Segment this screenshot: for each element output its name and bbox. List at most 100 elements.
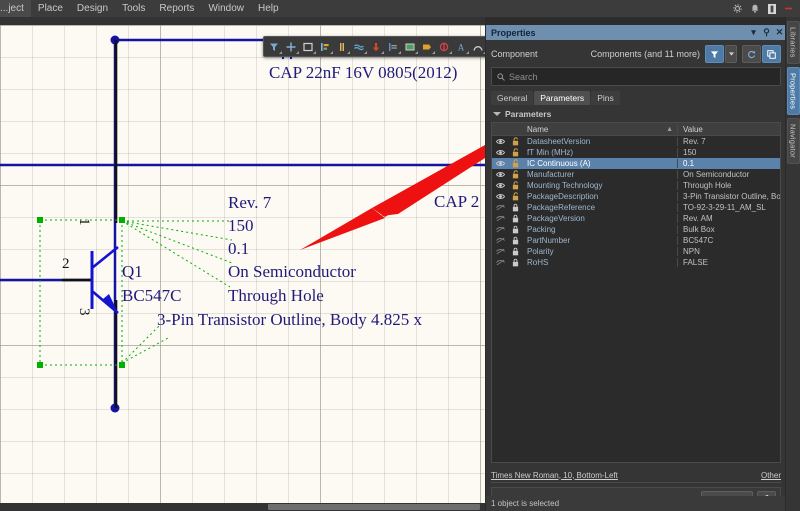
- param-ft-label[interactable]: 150: [228, 216, 254, 236]
- visibility-toggle-icon[interactable]: [492, 259, 508, 266]
- parameter-value[interactable]: FALSE: [677, 258, 780, 267]
- crosshair-icon[interactable]: [283, 39, 299, 54]
- visibility-toggle-icon[interactable]: [492, 248, 508, 255]
- tab-general[interactable]: General: [491, 91, 534, 105]
- visibility-toggle-icon[interactable]: [492, 193, 508, 200]
- parameter-value[interactable]: 150: [677, 148, 780, 157]
- visibility-toggle-icon[interactable]: [492, 182, 508, 189]
- filter-button[interactable]: [705, 45, 724, 63]
- copy-properties-button[interactable]: [762, 45, 781, 63]
- user-icon[interactable]: [768, 3, 776, 14]
- scrollbar-thumb[interactable]: [268, 504, 480, 510]
- net-icon[interactable]: [351, 39, 367, 54]
- close-icon[interactable]: [785, 5, 792, 12]
- table-row[interactable]: RoHS FALSE: [492, 257, 780, 268]
- bell-icon[interactable]: [751, 4, 759, 13]
- canvas-horizontal-scrollbar[interactable]: [0, 503, 485, 511]
- param-datasheetversion-label[interactable]: Rev. 7: [228, 193, 271, 213]
- table-row[interactable]: PackageDescription 3-Pin Transistor Outli…: [492, 191, 780, 202]
- menu-design[interactable]: Design: [70, 0, 115, 17]
- param-ic-label[interactable]: 0.1: [228, 239, 249, 259]
- vtab-properties[interactable]: Properties: [786, 66, 800, 115]
- column-value[interactable]: Value: [677, 124, 780, 134]
- parameter-value[interactable]: Through Hole: [677, 181, 780, 190]
- lock-toggle-icon[interactable]: [508, 137, 522, 146]
- menu-help[interactable]: Help: [251, 0, 286, 17]
- parameter-value[interactable]: On Semiconductor: [677, 170, 780, 179]
- table-row[interactable]: DatasheetVersion Rev. 7: [492, 136, 780, 147]
- table-row[interactable]: Manufacturer On Semiconductor: [492, 169, 780, 180]
- visibility-toggle-icon[interactable]: [492, 149, 508, 156]
- vtab-libraries[interactable]: Libraries: [786, 21, 800, 64]
- table-row[interactable]: fT Min (MHz) 150: [492, 147, 780, 158]
- param-manufacturer-label[interactable]: On Semiconductor: [228, 262, 356, 282]
- parameter-value[interactable]: Rev. AM: [677, 214, 780, 223]
- sheet-icon[interactable]: [402, 39, 418, 54]
- lock-toggle-icon[interactable]: [508, 258, 522, 267]
- visibility-toggle-icon[interactable]: [492, 138, 508, 145]
- font-setting-link[interactable]: Times New Roman, 10, Bottom-Left: [491, 471, 618, 480]
- parameter-value[interactable]: 3-Pin Transistor Outline, Body 4.825 x 3…: [677, 192, 780, 201]
- table-row[interactable]: PackageVersion Rev. AM: [492, 213, 780, 224]
- search-input[interactable]: Search: [491, 67, 781, 86]
- filter-icon[interactable]: [266, 39, 282, 54]
- schematic-canvas[interactable]: CAP 22nF 16V 0805(2012) CAP 2 Q1 BC547C …: [0, 25, 485, 503]
- tab-pins[interactable]: Pins: [591, 91, 620, 105]
- visibility-toggle-icon[interactable]: [492, 204, 508, 211]
- refresh-button[interactable]: [742, 45, 761, 63]
- visibility-toggle-icon[interactable]: [492, 215, 508, 222]
- lock-toggle-icon[interactable]: [508, 203, 522, 212]
- table-row[interactable]: Polarity NPN: [492, 246, 780, 257]
- designator-label[interactable]: Q1: [122, 262, 143, 282]
- lock-toggle-icon[interactable]: [508, 225, 522, 234]
- cap-top-label[interactable]: CAP 22nF 16V 0805(2012): [269, 63, 457, 83]
- menu-project[interactable]: ...ject: [0, 0, 31, 17]
- parameters-section-header[interactable]: Parameters: [491, 105, 781, 122]
- vtab-navigator[interactable]: Navigator: [786, 117, 800, 164]
- param-mounting-label[interactable]: Through Hole: [228, 286, 324, 306]
- visibility-toggle-icon[interactable]: [492, 226, 508, 233]
- column-name[interactable]: Name ▲: [522, 125, 677, 134]
- lock-toggle-icon[interactable]: [508, 192, 522, 201]
- lock-toggle-icon[interactable]: [508, 170, 522, 179]
- parameter-value[interactable]: NPN: [677, 247, 780, 256]
- pin-icon[interactable]: ⚲: [760, 27, 773, 38]
- menu-place[interactable]: Place: [31, 0, 70, 17]
- parameter-value[interactable]: TO-92-3-29-11_AM_SL: [677, 203, 780, 212]
- cap-right-label[interactable]: CAP 2: [434, 192, 479, 212]
- ruler-icon[interactable]: [385, 39, 401, 54]
- menu-window[interactable]: Window: [201, 0, 251, 17]
- gear-icon[interactable]: [733, 4, 742, 13]
- lock-toggle-icon[interactable]: [508, 247, 522, 256]
- tab-parameters[interactable]: Parameters: [534, 91, 591, 105]
- parameter-value[interactable]: Bulk Box: [677, 225, 780, 234]
- visibility-toggle-icon[interactable]: [492, 171, 508, 178]
- port-icon[interactable]: [419, 39, 435, 54]
- lock-toggle-icon[interactable]: [508, 181, 522, 190]
- lock-toggle-icon[interactable]: [508, 159, 522, 168]
- visibility-toggle-icon[interactable]: [492, 160, 508, 167]
- param-packagedescription-label[interactable]: 3-Pin Transistor Outline, Body 4.825 x: [157, 310, 422, 330]
- table-row[interactable]: PartNumber BC547C: [492, 235, 780, 246]
- chevron-down-icon[interactable]: ▾: [747, 27, 760, 38]
- parameter-value[interactable]: Rev. 7: [677, 137, 780, 146]
- arrow-down-icon[interactable]: [368, 39, 384, 54]
- lock-toggle-icon[interactable]: [508, 236, 522, 245]
- menu-reports[interactable]: Reports: [152, 0, 201, 17]
- no-erc-icon[interactable]: [436, 39, 452, 54]
- menu-tools[interactable]: Tools: [115, 0, 152, 17]
- table-row[interactable]: Mounting Technology Through Hole: [492, 180, 780, 191]
- part-label[interactable]: BC547C: [122, 286, 182, 306]
- table-row[interactable]: Packing Bulk Box: [492, 224, 780, 235]
- parameter-value[interactable]: 0.1: [677, 159, 780, 168]
- lock-toggle-icon[interactable]: [508, 148, 522, 157]
- text-icon[interactable]: A: [453, 39, 469, 54]
- lock-toggle-icon[interactable]: [508, 214, 522, 223]
- table-row[interactable]: PackageReference TO-92-3-29-11_AM_SL: [492, 202, 780, 213]
- table-row[interactable]: IC Continuous (A) 0.1: [492, 158, 780, 169]
- arc-icon[interactable]: [470, 39, 485, 54]
- rectangle-select-icon[interactable]: [300, 39, 316, 54]
- align-icon[interactable]: [317, 39, 333, 54]
- component-icon[interactable]: [334, 39, 350, 54]
- parameter-value[interactable]: BC547C: [677, 236, 780, 245]
